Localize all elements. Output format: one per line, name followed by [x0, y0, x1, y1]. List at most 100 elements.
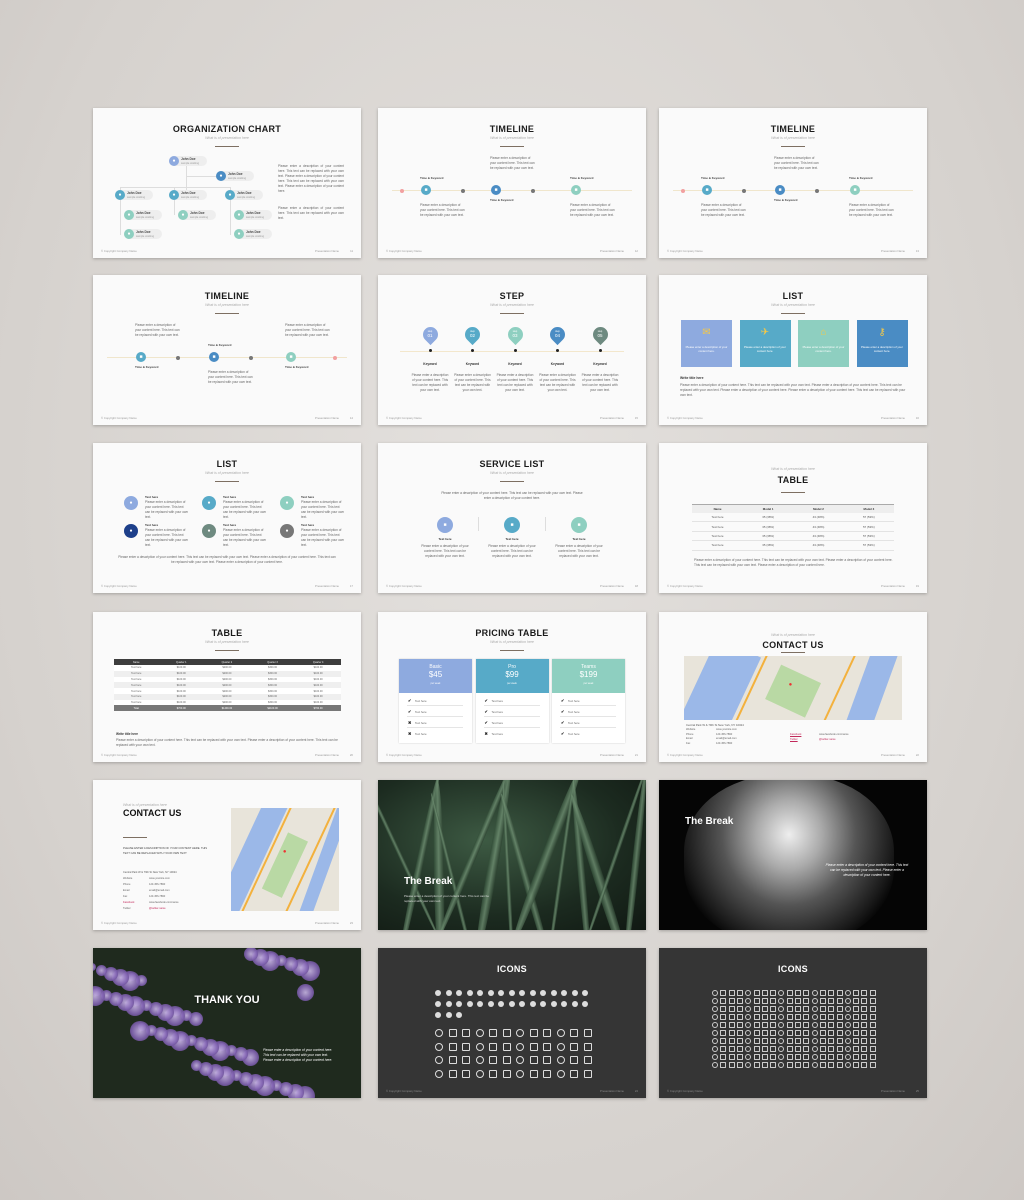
social-icon[interactable] — [582, 1001, 588, 1007]
line-icon[interactable] — [795, 1030, 801, 1036]
social-icon[interactable] — [561, 1001, 567, 1007]
line-icon[interactable] — [811, 1046, 818, 1052]
line-icon[interactable] — [853, 1046, 860, 1052]
line-icon[interactable] — [753, 1014, 760, 1020]
line-icon[interactable] — [811, 1038, 818, 1044]
line-icon[interactable] — [844, 1014, 851, 1020]
line-icon[interactable] — [736, 998, 743, 1004]
social-icon[interactable] — [540, 990, 546, 996]
line-icon[interactable] — [502, 1056, 511, 1064]
line-icon[interactable] — [844, 990, 851, 996]
line-icon[interactable] — [570, 1056, 578, 1064]
line-icon[interactable] — [778, 1038, 785, 1044]
line-icon[interactable] — [819, 1022, 826, 1028]
line-icon[interactable] — [745, 1038, 752, 1044]
line-icon[interactable] — [869, 1038, 876, 1044]
line-icon[interactable] — [753, 1054, 760, 1060]
line-icon[interactable] — [811, 1054, 818, 1060]
line-icon[interactable] — [753, 990, 760, 996]
line-icon[interactable] — [786, 990, 793, 996]
line-icon[interactable] — [728, 998, 735, 1004]
line-icon[interactable] — [753, 1046, 760, 1052]
slide-thumbnail-16[interactable]: THANK YOU Please enter a description of y… — [93, 948, 361, 1098]
line-icon[interactable] — [529, 1042, 538, 1051]
line-icon[interactable] — [543, 1069, 551, 1078]
line-icon[interactable] — [435, 1056, 443, 1064]
line-icon[interactable] — [745, 1054, 752, 1060]
social-icon[interactable] — [571, 990, 578, 996]
social-icon[interactable] — [477, 990, 483, 996]
line-icon[interactable] — [720, 1022, 727, 1028]
line-icon[interactable] — [448, 1029, 457, 1037]
line-icon[interactable] — [811, 1030, 818, 1036]
line-icon[interactable] — [770, 1046, 777, 1052]
line-icon[interactable] — [583, 1069, 592, 1078]
slide-thumbnail-4[interactable]: TIMELINE What is of presentation here ■ Ple… — [93, 275, 361, 425]
line-icon[interactable] — [712, 1062, 718, 1068]
slide-thumbnail-12[interactable]: What is of presentation here CONTACT US ● C… — [659, 612, 927, 762]
line-icon[interactable] — [770, 1014, 777, 1020]
line-icon[interactable] — [728, 1046, 735, 1052]
line-icon[interactable] — [828, 998, 835, 1004]
social-icon[interactable] — [477, 1001, 483, 1007]
line-icon[interactable] — [803, 1006, 810, 1012]
line-icon[interactable] — [795, 998, 801, 1004]
line-icon[interactable] — [819, 998, 826, 1004]
slide-thumbnail-2[interactable]: TIMELINE What is of presentation here ■ Tim… — [378, 108, 646, 258]
line-icon[interactable] — [745, 1046, 752, 1052]
social-icon[interactable] — [435, 990, 441, 996]
line-icon[interactable] — [828, 1022, 835, 1028]
line-icon[interactable] — [712, 998, 718, 1004]
line-icon[interactable] — [828, 1030, 835, 1036]
line-icon[interactable] — [861, 1006, 868, 1012]
line-icon[interactable] — [728, 1014, 735, 1020]
slide-thumbnail-8[interactable]: SERVICE LIST What is of presentation here… — [378, 443, 646, 593]
map[interactable]: ● — [231, 808, 339, 911]
line-icon[interactable] — [795, 1006, 801, 1012]
line-icon[interactable] — [836, 1014, 843, 1020]
line-icon[interactable] — [795, 1062, 801, 1068]
line-icon[interactable] — [778, 1062, 785, 1068]
line-icon[interactable] — [489, 1042, 497, 1051]
line-icon[interactable] — [861, 1062, 868, 1068]
line-icon[interactable] — [448, 1042, 457, 1051]
social-icon[interactable] — [456, 1001, 462, 1007]
line-icon[interactable] — [745, 990, 752, 996]
social-label[interactable]: Facebook — [790, 733, 801, 736]
social-link[interactable]: www.facebook.com/name — [819, 733, 849, 736]
line-icon[interactable] — [728, 1006, 735, 1012]
social-icon[interactable] — [519, 1001, 525, 1007]
line-icon[interactable] — [819, 990, 826, 996]
line-icon[interactable] — [761, 990, 768, 996]
slide-thumbnail-7[interactable]: LIST What is of presentation here ● Text he… — [93, 443, 361, 593]
line-icon[interactable] — [778, 1046, 785, 1052]
line-icon[interactable] — [736, 1014, 743, 1020]
line-icon[interactable] — [786, 1014, 793, 1020]
line-icon[interactable] — [770, 998, 777, 1004]
line-icon[interactable] — [543, 1056, 551, 1064]
social-icon[interactable] — [550, 1001, 557, 1007]
line-icon[interactable] — [853, 990, 860, 996]
line-icon[interactable] — [489, 1069, 497, 1078]
social-icon[interactable] — [508, 1001, 515, 1007]
line-icon[interactable] — [844, 1038, 851, 1044]
slide-thumbnail-14[interactable]: The Break Please enter a description of y… — [378, 780, 646, 930]
social-icon[interactable] — [498, 990, 504, 996]
line-icon[interactable] — [786, 1030, 793, 1036]
line-icon[interactable] — [778, 1014, 785, 1020]
line-icon[interactable] — [844, 1030, 851, 1036]
line-icon[interactable] — [462, 1056, 470, 1064]
social-label[interactable]: Twitter — [790, 738, 798, 741]
line-icon[interactable] — [728, 1038, 735, 1044]
line-icon[interactable] — [556, 1069, 565, 1078]
line-icon[interactable] — [795, 1014, 801, 1020]
line-icon[interactable] — [853, 1038, 860, 1044]
line-icon[interactable] — [720, 1006, 727, 1012]
line-icon[interactable] — [720, 1054, 727, 1060]
line-icon[interactable] — [869, 1054, 876, 1060]
line-icon[interactable] — [836, 1046, 843, 1052]
line-icon[interactable] — [462, 1069, 470, 1078]
line-icon[interactable] — [811, 1006, 818, 1012]
line-icon[interactable] — [869, 1046, 876, 1052]
line-icon[interactable] — [529, 1056, 538, 1064]
